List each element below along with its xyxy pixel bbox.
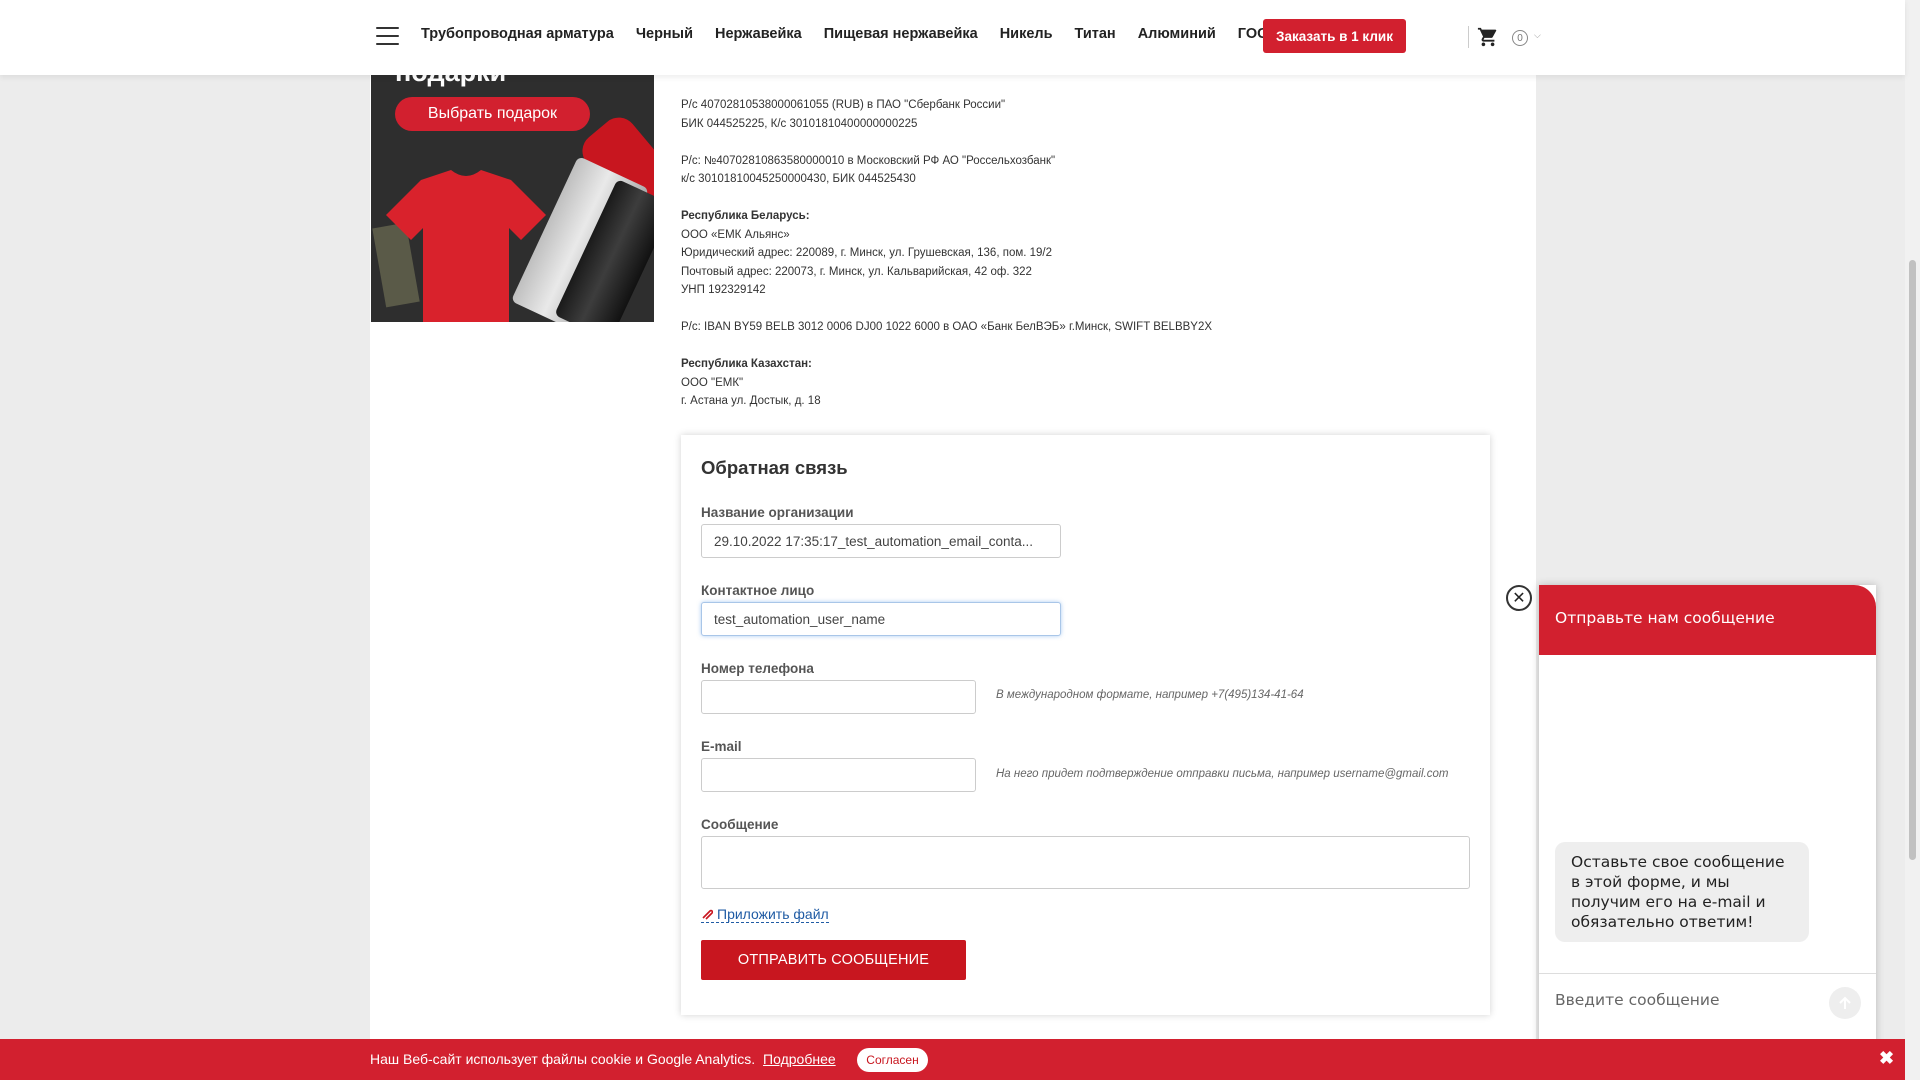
chat-widget: Отправьте нам сообщение Оставьте свое со… [1539, 585, 1876, 1080]
attach-file-link[interactable]: Приложить файл [701, 906, 829, 923]
nav-item-stainless[interactable]: Нержавейка [715, 26, 802, 46]
chat-header: Отправьте нам сообщение [1539, 585, 1876, 655]
email-field[interactable] [701, 758, 976, 792]
chat-welcome-message: Оставьте свое сообщение в этой форме, и … [1555, 842, 1809, 942]
belarus-postal-address: Почтовый адрес: 220073, г. Минск, ул. Ка… [681, 265, 1032, 278]
email-label: E-mail [701, 739, 742, 754]
nav-item-nickel[interactable]: Никель [1000, 26, 1053, 46]
org-name-field[interactable]: 29.10.2022 17:35:17_test_automation_emai… [701, 524, 1061, 558]
site-header: Трубопроводная арматура Черный Нержавейк… [0, 0, 1905, 75]
cookie-banner: Наш Веб-сайт использует файлы cookie и G… [0, 1039, 1905, 1080]
cookie-text: Наш Веб-сайт использует файлы cookie и G… [370, 1051, 756, 1067]
contact-person-field[interactable]: test_automation_user_name [701, 602, 1061, 636]
cookie-text-wrap: Наш Веб-сайт использует файлы cookie и G… [370, 1051, 836, 1067]
main-nav: Трубопроводная арматура Черный Нержавейк… [421, 26, 1298, 46]
order-one-click-button[interactable]: Заказать в 1 клик [1263, 19, 1406, 53]
org-label: Название организации [701, 505, 854, 520]
nav-item-aluminum[interactable]: Алюминий [1138, 26, 1216, 46]
belarus-bank-account: Р/с: IBAN BY59 BELB 3012 0006 DJ00 1022 … [681, 321, 1213, 333]
send-arrow-icon[interactable] [1829, 987, 1861, 1019]
chat-divider [1539, 973, 1876, 974]
belarus-heading: Республика Беларусь: [681, 210, 810, 222]
kazakhstan-heading: Республика Казахстан: [681, 358, 812, 370]
cookie-accept-button[interactable]: Согласен [857, 1048, 928, 1072]
chat-message-input[interactable]: Введите сообщение [1555, 991, 1720, 1009]
belarus-company: ООО «ЕМК Альянс» [681, 228, 790, 241]
paperclip-icon [702, 909, 713, 920]
header-divider [1468, 26, 1469, 48]
chat-title: Отправьте нам сообщение [1555, 609, 1775, 627]
belarus-unp: УНП 192329142 [681, 284, 766, 296]
phone-field[interactable] [701, 680, 976, 714]
nav-item-pipeline-fittings[interactable]: Трубопроводная арматура [421, 26, 614, 46]
kazakhstan-address: г. Астана ул. Достык, д. 18 [681, 395, 821, 407]
belarus-legal-address: Юридический адрес: 220089, г. Минск, ул.… [681, 247, 1053, 259]
chevron-down-icon[interactable]: ⌵ [1534, 30, 1541, 41]
form-title: Обратная связь [701, 457, 848, 478]
nav-item-black-metal[interactable]: Черный [636, 26, 693, 46]
contact-label: Контактное лицо [701, 583, 815, 598]
page-scrollbar[interactable] [1905, 0, 1920, 1080]
scrollbar-thumb[interactable] [1909, 260, 1916, 860]
send-message-button[interactable]: ОТПРАВИТЬ СООБЩЕНИЕ [701, 940, 966, 980]
phone-label: Номер телефона [701, 661, 814, 676]
cart-icon[interactable] [1477, 26, 1499, 48]
kazakhstan-company: ООО "ЕМК" [681, 376, 744, 389]
banner-title: подарки [395, 75, 506, 88]
company-requisites: Р/с 40702810538000061055 (RUB) в ПАО "Сб… [681, 96, 1481, 411]
ru-bank2-bik: к/с 30101810045250000430, БИК 044525430 [681, 173, 916, 185]
close-icon[interactable]: ✕ [1506, 585, 1532, 611]
nav-item-titanium[interactable]: Титан [1075, 26, 1116, 46]
cart-count-badge: 0 [1512, 30, 1528, 46]
ru-bank1-account: Р/с 40702810538000061055 (RUB) в ПАО "Сб… [681, 99, 1006, 111]
close-icon[interactable]: ✖ [1879, 1048, 1894, 1069]
gift-promo-banner[interactable]: подарки Выбрать подарок [371, 75, 654, 322]
email-hint: На него придет подтверждение отправки пи… [996, 768, 1449, 780]
message-field[interactable] [701, 836, 1470, 889]
nav-item-food-stainless[interactable]: Пищевая нержавейка [824, 26, 978, 46]
message-label: Сообщение [701, 817, 779, 832]
attach-file-label: Приложить файл [717, 906, 829, 922]
ru-bank2-account: Р/с: №40702810863580000010 в Московский … [681, 154, 1056, 167]
ru-bank1-bik: БИК 044525225, К/с 30101810400000000225 [681, 117, 918, 130]
cookie-more-link[interactable]: Подробнее [763, 1051, 836, 1067]
feedback-form: Обратная связь Название организации 29.1… [681, 435, 1490, 1015]
menu-icon[interactable] [376, 27, 399, 45]
choose-gift-button[interactable]: Выбрать подарок [395, 97, 590, 131]
phone-hint: В международном формате, например +7(495… [996, 689, 1304, 701]
